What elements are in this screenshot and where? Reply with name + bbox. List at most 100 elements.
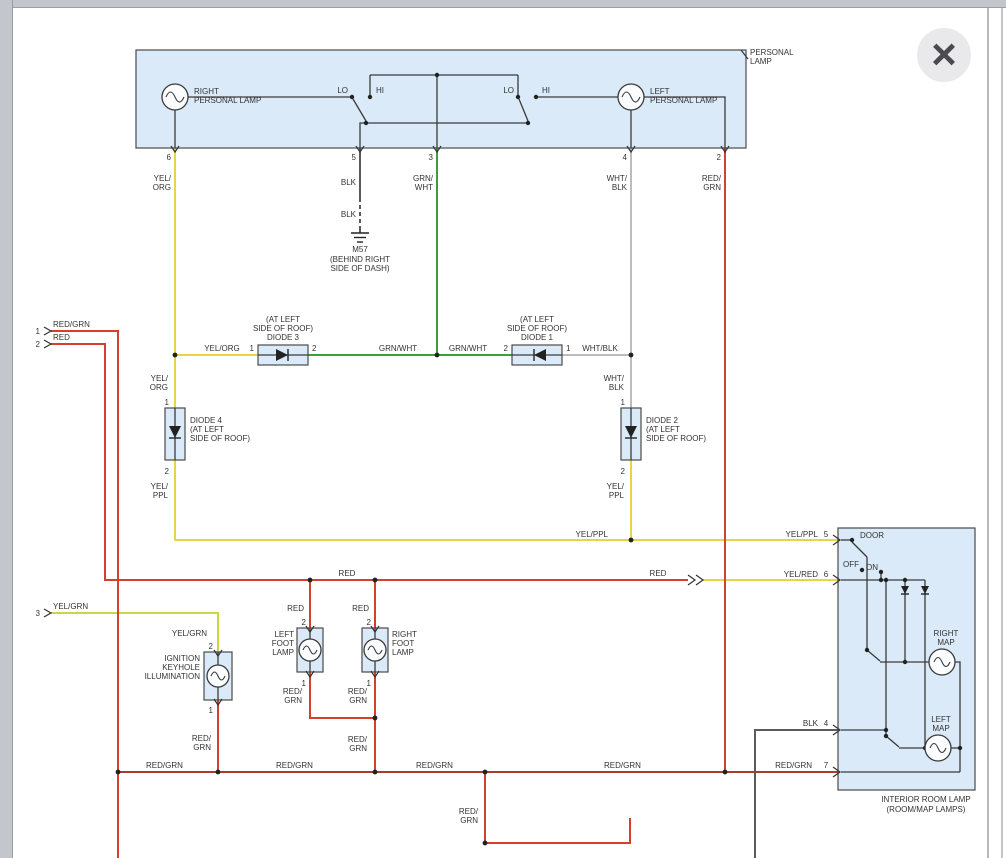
label-red-grn-2: GRN [703,183,721,192]
diode-1: (AT LEFT SIDE OF ROOF) DIODE 1 2 1 [504,315,571,365]
personal-lamp-title: PERSONAL [750,48,794,57]
sw2-hi-label: HI [542,86,550,95]
left-foot-lamp: RED 2 LEFT FOOT LAMP 1 RED/ GRN [272,604,323,705]
ground-loc: (BEHIND RIGHT [330,255,390,264]
label-red-grn-rail-1: RED/GRN [146,761,183,770]
left-foot-wire-bot: RED/ [283,687,303,696]
close-icon: × [931,33,957,77]
label-red-mid: RED [339,569,356,578]
left-map-label: LEFT [931,715,951,724]
label-red-grn-rail-5: RED/GRN [775,761,812,770]
label-red-grn-rail-2: RED/GRN [276,761,313,770]
inline-connector-icon [688,575,695,585]
wires-colored [51,148,838,858]
interior-on-label: ON [866,563,878,572]
right-foot-pin-2: 2 [367,618,372,627]
label-wht-blk-h: WHT/BLK [582,344,618,353]
interior-caption: INTERIOR ROOM LAMP [881,795,970,804]
diode-4: 1 2 DIODE 4 (AT LEFT SIDE OF ROOF) [165,398,251,476]
label-yel-red: YEL/RED [784,570,818,579]
right-map-label-2: MAP [937,638,954,647]
diode-2-loc: (AT LEFT [646,425,680,434]
diode-4-loc-2: SIDE OF ROOF) [190,434,250,443]
sw1-lo-label: LO [337,86,348,95]
label-yel-ppl-rail-2: YEL/PPL [786,530,819,539]
diagram-viewport: PERSONAL LAMP RI [0,0,1006,858]
ignition-name-2: KEYHOLE [162,663,200,672]
pin-4: 4 [623,153,628,162]
diode-3-name: DIODE 3 [267,333,300,342]
window-chrome-right-edge[interactable] [1001,0,1003,858]
diode-1-loc-2: SIDE OF ROOF) [507,324,567,333]
label-blk-rail: BLK [803,719,819,728]
close-button[interactable]: × [917,28,971,82]
label-red-grn-drop-2: GRN [460,816,478,825]
diode-4-name: DIODE 4 [190,416,223,425]
power-rail: RED RED YEL/RED [339,569,819,585]
pin-6: 6 [167,153,172,162]
diode-1-name: DIODE 1 [521,333,554,342]
connector-2-num: 2 [36,340,41,349]
pin-5: 5 [352,153,357,162]
label-grn-wht-r: GRN/WHT [449,344,487,353]
right-foot-wire-bot2-2: GRN [349,744,367,753]
left-lamp-label-2: PERSONAL LAMP [650,96,717,105]
label-yel-org-h: YEL/ORG [204,344,240,353]
label-red-grn-rail-4: RED/GRN [604,761,641,770]
left-foot-name-2: FOOT [272,639,294,648]
left-foot-wire-bot-2: GRN [284,696,302,705]
diode-3-pin-2: 2 [312,344,317,353]
label-yel-ppl-l-2: PPL [153,491,169,500]
label-grn-wht-l: GRN/WHT [379,344,417,353]
diode-2-loc-2: SIDE OF ROOF) [646,434,706,443]
connector-3-label: YEL/GRN [53,602,88,611]
sw2-lo-label: LO [503,86,514,95]
label-red-grn-rail-3: RED/GRN [416,761,453,770]
right-foot-wire-bot2: RED/ [348,735,368,744]
label-yel-ppl-r-2: PPL [609,491,625,500]
label-yel-ppl-rail: YEL/PPL [576,530,609,539]
label-grn-wht-2: WHT [415,183,433,192]
label-blk-ground: BLK [341,210,357,219]
pin-2: 2 [717,153,722,162]
window-chrome-left[interactable] [0,0,13,858]
window-chrome-top [0,0,1006,8]
diode-3-loc-2: SIDE OF ROOF) [253,324,313,333]
personal-lamp-assembly: PERSONAL LAMP RI [136,48,794,162]
label-wht-blk-v: WHT/ [604,374,625,383]
right-lamp-label-2: PERSONAL LAMP [194,96,261,105]
label-yel-grn-2: YEL/GRN [172,629,207,638]
label-yel-ppl-r: YEL/ [607,482,625,491]
ignition-wire-bot-2: GRN [193,743,211,752]
label-red-grn-drop: RED/ [459,807,479,816]
label-red-right: RED [650,569,667,578]
interior-room-lamp: 5 6 4 7 [824,528,975,814]
interior-pin-5: 5 [824,530,829,539]
label-red-grn: RED/ [702,174,722,183]
sw1-hi-label: HI [376,86,384,95]
wiring-diagram: PERSONAL LAMP RI [0,0,1006,858]
interior-door-label: DOOR [860,531,884,540]
right-foot-name: RIGHT [392,630,417,639]
right-lamp-label: RIGHT [194,87,219,96]
left-foot-pin-2: 2 [302,618,307,627]
label-yel-org-v-2: ORG [150,383,168,392]
label-blk: BLK [341,178,357,187]
ground-id: M57 [352,245,368,254]
left-foot-name-3: LAMP [272,648,294,657]
mid-wire-labels: YEL/ORG GRN/WHT GRN/WHT WHT/BLK YEL/ ORG… [150,344,819,539]
diode-1-pin-1: 1 [566,344,571,353]
pin-3: 3 [429,153,434,162]
right-foot-name-2: FOOT [392,639,414,648]
left-foot-pin-1: 1 [302,679,307,688]
left-lamp-label: LEFT [650,87,670,96]
interior-pin-7: 7 [824,761,829,770]
label-wht-blk-v-2: BLK [609,383,625,392]
label-grn-wht: GRN/ [413,174,434,183]
connector-1-label: RED/GRN [53,320,90,329]
right-foot-wire-top: RED [352,604,369,613]
diode-3-loc: (AT LEFT [266,315,300,324]
label-wht-blk-2: BLK [612,183,628,192]
label-yel-org: YEL/ [154,174,172,183]
diode-2: 1 2 DIODE 2 (AT LEFT SIDE OF ROOF) [621,398,707,476]
